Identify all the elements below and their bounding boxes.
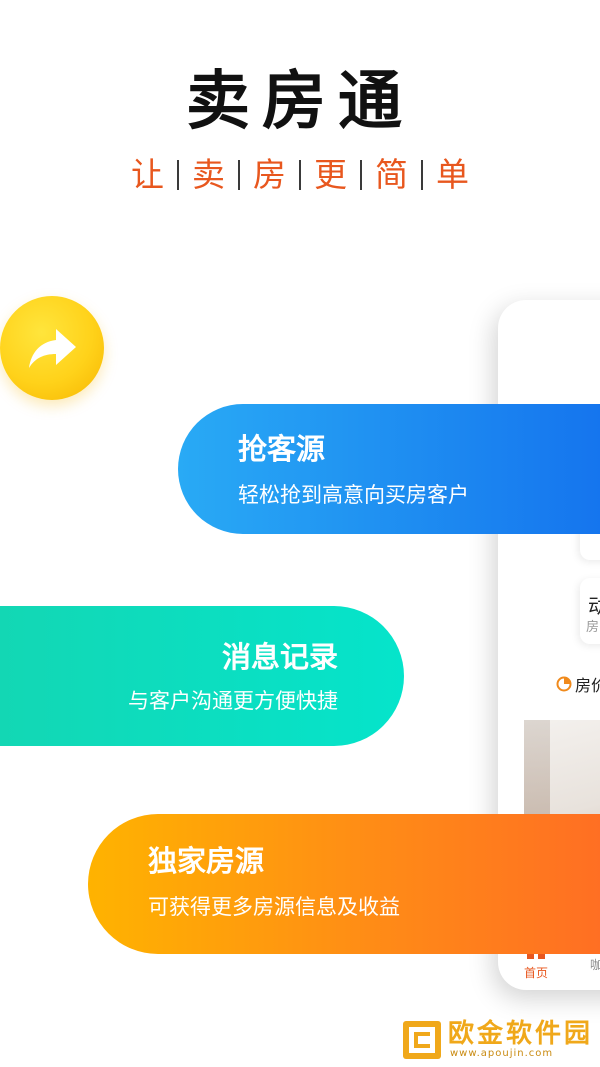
watermark: 欧金软件园 www.apoujin.com bbox=[402, 1018, 596, 1062]
feature-exclusive-listings[interactable]: 独家房源 可获得更多房源信息及收益 bbox=[88, 814, 600, 954]
promo-page: 卖房通 让 卖 房 更 简 单 动 房 房价 首页 咖 抢客源 轻松抢到高意向买… bbox=[0, 0, 600, 1067]
feature-message-records[interactable]: 消息记录 与客户沟通更方便快捷 bbox=[0, 606, 404, 746]
slogan-char: 卖 bbox=[192, 155, 225, 194]
dynamic-card-title: 动 bbox=[588, 594, 600, 618]
feature-title: 消息记录 bbox=[221, 640, 338, 674]
price-label: 房价 bbox=[575, 676, 600, 695]
feature-desc: 轻松抢到高意向买房客户 bbox=[238, 483, 469, 507]
dynamic-card[interactable]: 动 房 bbox=[580, 578, 600, 644]
feature-title: 独家房源 bbox=[148, 844, 265, 878]
tab-home-label: 首页 bbox=[523, 966, 548, 980]
watermark-logo-icon bbox=[403, 1021, 441, 1059]
slogan-char: 房 bbox=[253, 155, 286, 194]
pie-chart-icon bbox=[556, 676, 572, 692]
watermark-url: www.apoujin.com bbox=[450, 1048, 554, 1059]
share-button[interactable] bbox=[0, 296, 104, 400]
slogan: 让 卖 房 更 简 单 bbox=[0, 152, 600, 198]
price-row[interactable]: 房价 bbox=[556, 672, 600, 696]
feature-title: 抢客源 bbox=[238, 432, 326, 466]
slogan-char: 简 bbox=[375, 155, 408, 194]
watermark-text: 欧金软件园 www.apoujin.com bbox=[448, 1020, 593, 1060]
dynamic-card-subtitle: 房 bbox=[586, 620, 600, 635]
share-arrow-icon bbox=[29, 329, 76, 368]
slogan-char: 让 bbox=[131, 155, 164, 194]
slogan-char: 单 bbox=[436, 155, 469, 194]
feature-grab-clients[interactable]: 抢客源 轻松抢到高意向买房客户 bbox=[178, 404, 600, 534]
slogan-char: 更 bbox=[314, 155, 347, 194]
watermark-name: 欧金软件园 bbox=[448, 1019, 594, 1049]
tab-next-label[interactable]: 咖 bbox=[590, 956, 600, 973]
feature-desc: 可获得更多房源信息及收益 bbox=[148, 895, 400, 919]
feature-desc: 与客户沟通更方便快捷 bbox=[128, 689, 338, 713]
app-title: 卖房通 bbox=[186, 65, 414, 139]
